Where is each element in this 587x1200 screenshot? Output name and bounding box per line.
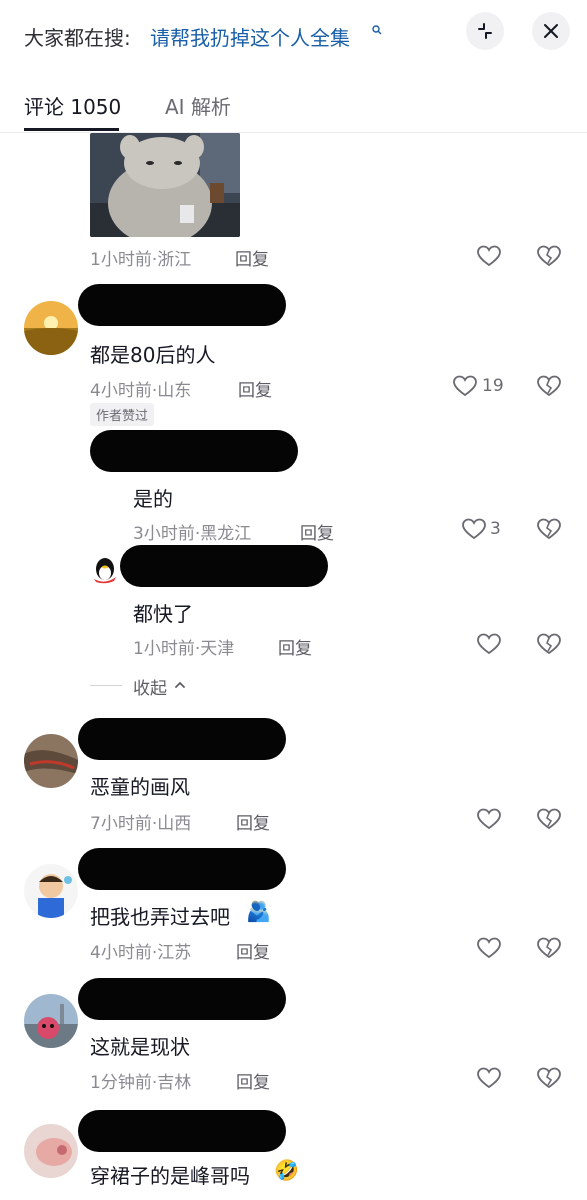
top-bar: 大家都在搜: 请帮我扔掉这个人全集 — [0, 0, 587, 70]
broken-heart-icon[interactable] — [536, 807, 562, 831]
reply-button[interactable]: 回复 — [236, 809, 270, 834]
heart-icon[interactable] — [476, 632, 502, 656]
broken-heart-icon[interactable] — [536, 374, 562, 398]
redacted-username — [90, 430, 298, 472]
like-count: 3 — [490, 519, 501, 539]
heart-icon[interactable] — [476, 244, 502, 268]
search-icon[interactable] — [372, 25, 382, 35]
broken-heart-icon[interactable] — [536, 632, 562, 656]
reply-button[interactable]: 回复 — [236, 938, 270, 963]
collapse-label: 收起 — [133, 679, 167, 699]
reply-button[interactable]: 回复 — [278, 634, 312, 659]
avatar[interactable] — [24, 864, 78, 918]
heart-icon[interactable] — [476, 807, 502, 831]
active-tab-indicator — [24, 128, 119, 131]
reply-button[interactable]: 回复 — [238, 376, 272, 401]
reply-meta: 3小时前·黑龙江 — [133, 524, 252, 544]
redacted-username — [78, 978, 286, 1020]
minimize-icon — [478, 23, 492, 39]
reply-button[interactable]: 回复 — [235, 245, 269, 270]
avatar[interactable] — [24, 994, 78, 1048]
minimize-button[interactable] — [466, 12, 504, 50]
redacted-username — [78, 718, 286, 760]
redacted-username — [78, 848, 286, 890]
search-prefix: 大家都在搜: — [24, 26, 131, 50]
tab-comments[interactable]: 评论 1050 — [24, 91, 121, 120]
broken-heart-icon[interactable] — [536, 244, 562, 268]
avatar[interactable] — [24, 1124, 78, 1178]
comment-text: 穿裙子的是峰哥吗 — [90, 1164, 250, 1188]
close-button[interactable] — [532, 12, 570, 50]
comment-meta: 1小时前·浙江 — [90, 250, 192, 270]
comment-meta: 1分钟前·吉林 — [90, 1073, 192, 1093]
hug-emoji-icon: 🫂 — [246, 899, 271, 923]
reply-button[interactable]: 回复 — [236, 1068, 270, 1093]
comment-meta: 4小时前·山东 — [90, 381, 192, 401]
avatar[interactable] — [24, 301, 78, 355]
comment-meta: 4小时前·江苏 — [90, 943, 192, 963]
chevron-up-icon[interactable] — [174, 680, 186, 690]
like-count: 19 — [482, 376, 504, 396]
tab-bar: 评论 1050 AI 解析 — [0, 80, 587, 133]
laughing-crying-emoji-icon: 🤣 — [274, 1158, 299, 1182]
heart-icon[interactable] — [452, 374, 478, 398]
redacted-username — [78, 1110, 286, 1152]
comment-meta: 7小时前·山西 — [90, 814, 192, 834]
comment-text: 把我也弄过去吧 — [90, 905, 230, 929]
heart-icon[interactable] — [461, 517, 487, 541]
collapse-replies-button[interactable]: 收起 — [133, 674, 167, 699]
comment-text: 这就是现状 — [90, 1035, 190, 1059]
tab-ai-analysis[interactable]: AI 解析 — [165, 91, 231, 120]
comment-text: 都是80后的人 — [90, 343, 216, 367]
reply-button[interactable]: 回复 — [300, 519, 334, 544]
broken-heart-icon[interactable] — [536, 936, 562, 960]
close-icon — [544, 24, 558, 38]
avatar[interactable] — [90, 555, 120, 585]
author-liked-badge: 作者赞过 — [90, 403, 155, 426]
heart-icon[interactable] — [476, 936, 502, 960]
redacted-username — [78, 284, 286, 326]
reply-text: 都快了 — [133, 602, 193, 626]
reply-meta: 1小时前·天津 — [133, 639, 235, 659]
divider — [90, 685, 122, 686]
heart-icon[interactable] — [476, 1066, 502, 1090]
broken-heart-icon[interactable] — [536, 517, 562, 541]
reply-text: 是的 — [133, 487, 173, 511]
search-suggestion-link[interactable]: 请帮我扔掉这个人全集 — [150, 22, 350, 51]
comment-text: 恶童的画风 — [90, 775, 190, 799]
avatar[interactable] — [24, 734, 78, 788]
comment-image[interactable] — [90, 133, 240, 237]
broken-heart-icon[interactable] — [536, 1066, 562, 1090]
redacted-username — [120, 545, 328, 587]
